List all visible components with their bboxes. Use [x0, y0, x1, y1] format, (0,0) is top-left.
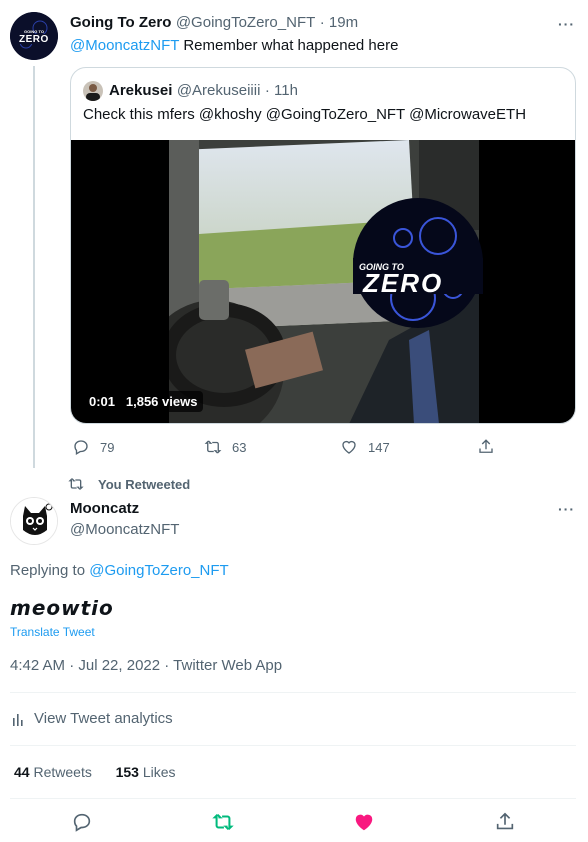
- like-count: 147: [368, 439, 390, 455]
- video-views: 1,856 views: [125, 394, 198, 409]
- likes-stat[interactable]: 153 Likes: [116, 764, 176, 780]
- reply-display-name[interactable]: Going To Zero: [70, 14, 171, 31]
- main-like-button[interactable]: [353, 811, 385, 833]
- reply-retweet-button[interactable]: 63: [204, 438, 246, 456]
- reply-mention-link[interactable]: @MooncatzNFT: [70, 37, 179, 54]
- main-handle[interactable]: @MooncatzNFT: [70, 521, 179, 538]
- reply-more-icon[interactable]: ···: [558, 16, 575, 32]
- thread-connector-line: [33, 66, 35, 468]
- reply-share-button[interactable]: [477, 438, 505, 456]
- mooncatz-avatar[interactable]: [10, 497, 58, 545]
- cat-icon: [11, 498, 57, 544]
- going-to-zero-avatar[interactable]: GOING TO ZERO: [10, 12, 58, 60]
- reply-like-button[interactable]: 147: [340, 438, 390, 456]
- reply-count: 79: [100, 439, 115, 455]
- view-analytics-label: View Tweet analytics: [34, 710, 173, 727]
- share-icon: [479, 439, 493, 453]
- main-retweet-button[interactable]: [212, 811, 244, 833]
- likes-stat-label: Likes: [142, 764, 176, 780]
- reply-tweet-text: @MooncatzNFT Remember what happened here: [70, 37, 398, 54]
- retweets-stat[interactable]: 44 Retweets: [14, 764, 96, 780]
- likes-stat-count: 153: [115, 764, 139, 780]
- share-icon: [496, 812, 514, 830]
- quoted-text: Check this mfers @khoshy @GoingToZero_NF…: [83, 106, 527, 123]
- retweet-context: You Retweeted: [68, 476, 190, 492]
- retweet-active-icon: [212, 813, 234, 831]
- retweets-stat-count: 44: [14, 764, 30, 780]
- video-logo-main: ZERO: [363, 268, 444, 298]
- divider-2: [10, 745, 576, 746]
- reply-icon: [74, 440, 88, 455]
- replying-handle-link[interactable]: @GoingToZero_NFT: [89, 562, 228, 579]
- quoted-tweet-card[interactable]: Arekusei @Arekuseiiii · 11h Check this m…: [70, 67, 576, 424]
- quoted-time: · 11h: [264, 82, 298, 99]
- retweet-context-label: You Retweeted: [98, 476, 191, 492]
- retweet-count: 63: [232, 439, 247, 455]
- divider-3: [10, 798, 576, 799]
- retweet-context-icon: [68, 478, 84, 490]
- retweets-stat-label: Retweets: [33, 764, 92, 780]
- retweet-icon: [204, 440, 222, 454]
- reply-tweet-header: Going To Zero @GoingToZero_NFT · 19m: [70, 14, 358, 32]
- video-info-badge: 0:01 1,856 views: [83, 391, 204, 412]
- quoted-display-name: Arekusei: [109, 82, 173, 99]
- view-analytics-button[interactable]: View Tweet analytics: [12, 710, 173, 727]
- heart-filled-icon: [355, 814, 373, 831]
- quoted-handle: @Arekuseiiii: [176, 82, 261, 99]
- reply-reply-button[interactable]: 79: [72, 438, 114, 456]
- heart-icon: [342, 440, 356, 454]
- reply-icon: [73, 813, 91, 832]
- engagement-stats: 44 Retweets 153 Likes: [14, 764, 176, 780]
- divider-1: [10, 692, 576, 693]
- replying-prefix: Replying to: [10, 562, 90, 579]
- reply-time[interactable]: · 19m: [320, 14, 358, 31]
- quoted-header: Arekusei @Arekuseiiii · 11h: [109, 82, 298, 100]
- main-display-name[interactable]: Mooncatz: [70, 500, 139, 517]
- arekusei-avatar: [83, 81, 103, 101]
- main-reply-button[interactable]: [71, 811, 103, 833]
- main-share-button[interactable]: [494, 811, 526, 833]
- reply-handle[interactable]: @GoingToZero_NFT: [176, 14, 315, 31]
- main-more-icon[interactable]: ···: [558, 501, 575, 517]
- tweet-timestamp[interactable]: 4:42 AM · Jul 22, 2022 · Twitter Web App: [10, 657, 282, 674]
- replying-to: Replying to @GoingToZero_NFT: [10, 562, 229, 579]
- video-player[interactable]: GOING TO ZERO 0:01 1,856 views: [71, 140, 575, 423]
- reply-text: Remember what happened here: [179, 37, 399, 54]
- avatar-text: ZERO: [19, 34, 49, 45]
- video-time: 0:01: [89, 394, 116, 409]
- analytics-icon: [13, 713, 23, 726]
- translate-tweet-link[interactable]: Translate Tweet: [10, 625, 95, 639]
- main-tweet-text: 𝙢𝙚𝙤𝙬𝙩𝙞𝙤: [10, 596, 114, 620]
